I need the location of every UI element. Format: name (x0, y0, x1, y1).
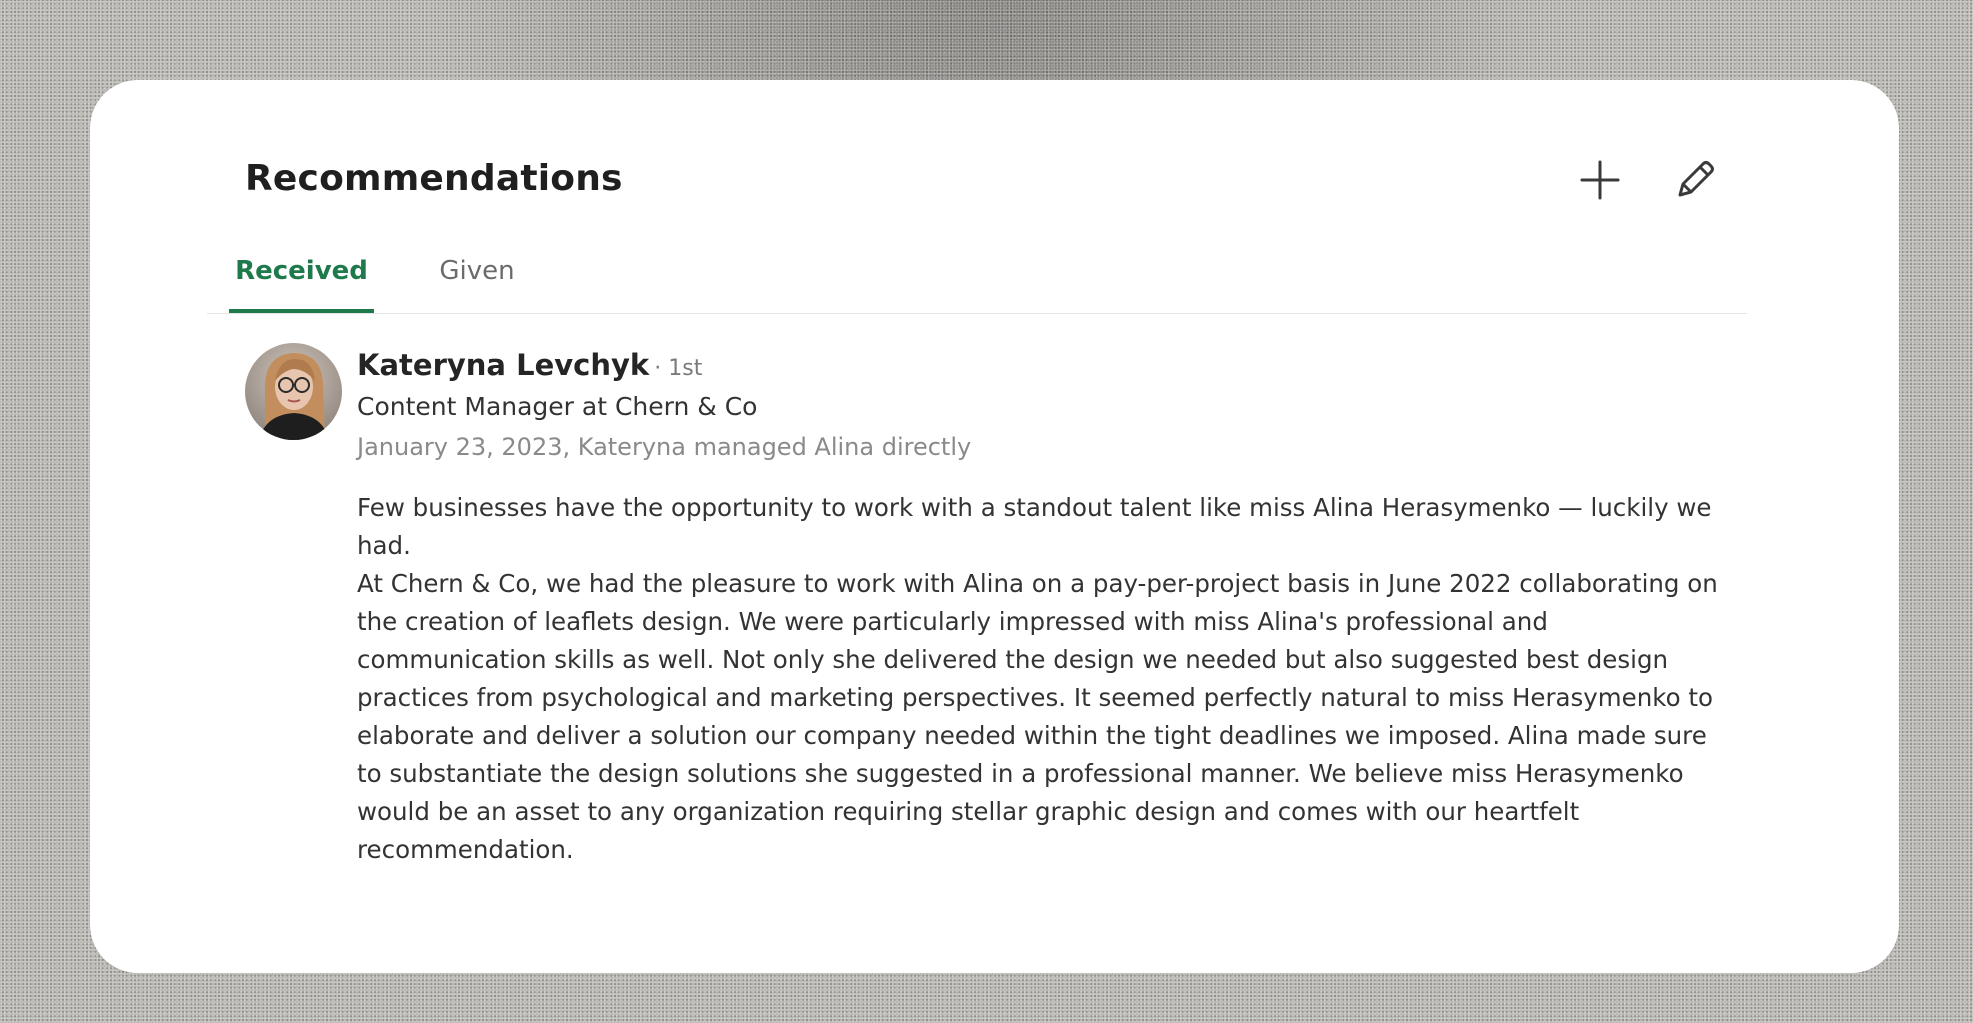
section-title: Recommendations (245, 158, 623, 199)
edit-recommendations-button[interactable] (1665, 150, 1725, 210)
recommendation-paragraph: At Chern & Co, we had the pleasure to wo… (357, 569, 1718, 864)
recommendation-tabs: Received Given (207, 240, 1747, 314)
tab-received[interactable]: Received (229, 240, 374, 313)
recommendation-meta: January 23, 2023, Kateryna managed Alina… (357, 433, 972, 461)
recommender-headline: Content Manager at Chern & Co (357, 392, 758, 421)
recommender-name[interactable]: Kateryna Levchyk (357, 348, 649, 382)
avatar[interactable] (245, 343, 342, 440)
recommendation-body: Few businesses have the opportunity to w… (357, 489, 1727, 869)
recommender-name-line: Kateryna Levchyk · 1st (357, 343, 1727, 387)
tab-given[interactable]: Given (427, 240, 527, 313)
connection-degree: · 1st (654, 356, 703, 381)
profile-photo (245, 343, 342, 440)
recommendation-paragraph: Few businesses have the opportunity to w… (357, 493, 1712, 560)
plus-icon (1580, 160, 1620, 200)
pencil-icon (1678, 161, 1714, 197)
card-container: Recommendations Received Given Kateryna … (90, 80, 1899, 973)
recommendation-content: Kateryna Levchyk · 1st Content Manager a… (357, 343, 1727, 869)
add-recommendation-button[interactable] (1570, 150, 1630, 210)
recommendations-section: Recommendations Received Given Kateryna … (207, 130, 1747, 900)
